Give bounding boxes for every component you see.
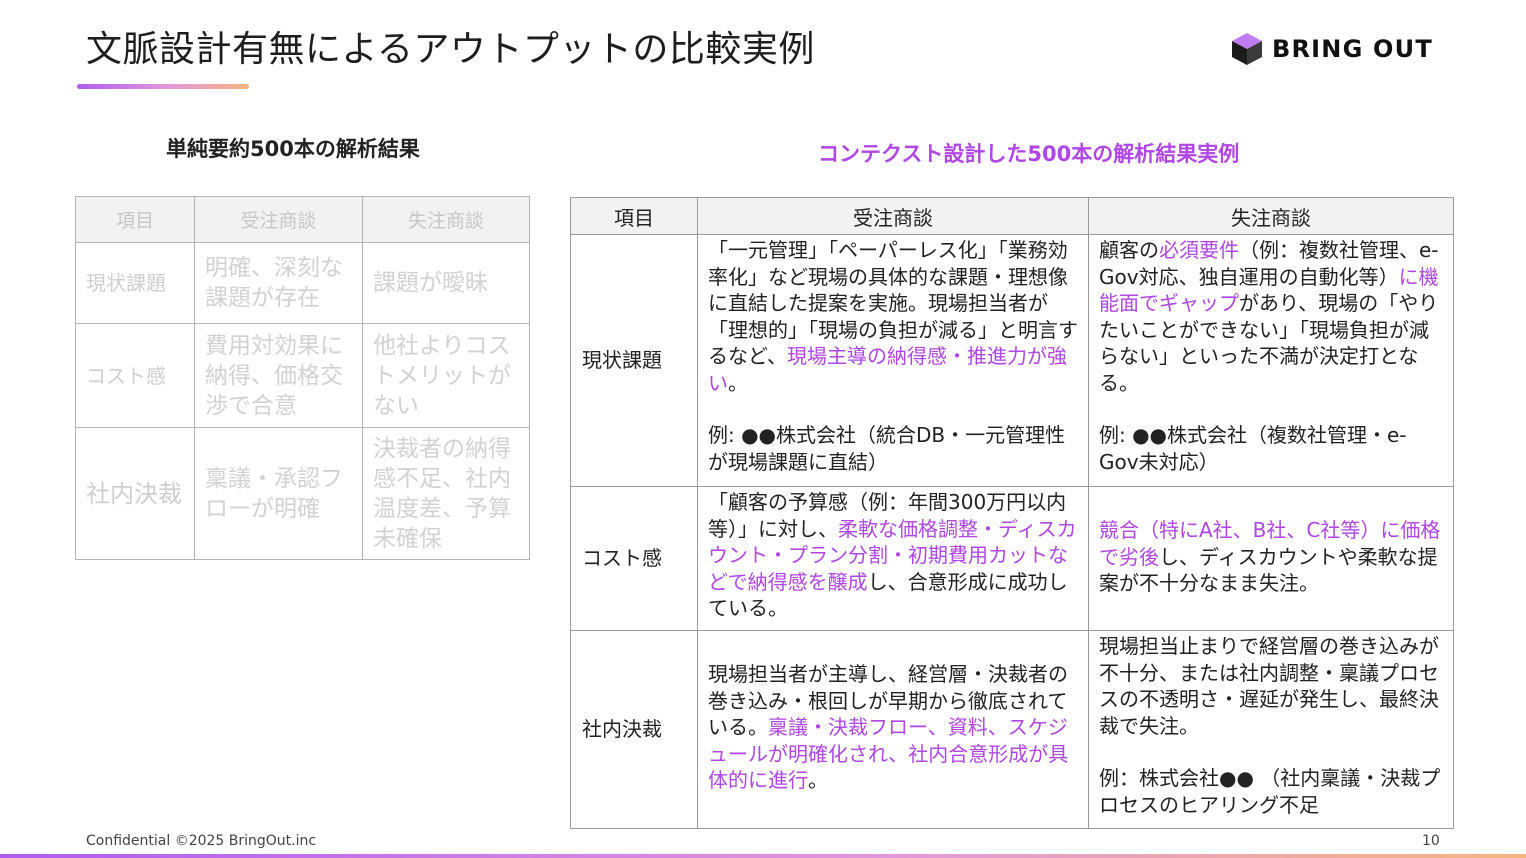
lost-highlight: 必須要件 [1159, 238, 1239, 262]
table-header-row: 項目 受注商談 失注商談 [570, 197, 1454, 235]
lost-cell: 顧客の必須要件（例：複数社管理、e-Gov対応、独自運用の自動化等）に機能面でギ… [1088, 234, 1454, 487]
brand-logo: BRING OUT [1230, 31, 1433, 67]
right-heading: コンテクスト設計した500本の解析結果実例 [818, 142, 1240, 166]
row-label: 社内決裁 [75, 427, 195, 560]
header-lost: 失注商談 [362, 196, 530, 243]
won-cell: 稟議・承認フローが明確 [194, 427, 363, 560]
cube-logo-icon [1232, 33, 1262, 65]
title-underline [77, 84, 249, 89]
table-row: 社内決裁 稟議・承認フローが明確 決裁者の納得感不足、社内温度差、予算未確保 [75, 427, 530, 560]
context-design-table: 項目 受注商談 失注商談 現状課題 「一元管理」「ペーパーレス化」「業務効率化」… [570, 197, 1454, 829]
simple-summary-table: 項目 受注商談 失注商談 現状課題 明確、深刻な課題が存在 課題が曖昧 コスト感… [75, 196, 530, 560]
header-item: 項目 [570, 197, 698, 235]
bottom-gradient-bar [0, 854, 1526, 858]
header-lost: 失注商談 [1088, 197, 1454, 235]
header-item: 項目 [75, 196, 195, 243]
won-text: 。 [728, 370, 748, 395]
table-row: コスト感 費用対効果に納得、価格交渉で合意 他社よりコストメリットがない [75, 323, 530, 428]
header-won: 受注商談 [697, 197, 1089, 235]
logo-text: BRING OUT [1272, 35, 1433, 63]
won-cell: 「一元管理」「ペーパーレス化」「業務効率化」など現場の具体的な課題・理想像に直結… [697, 234, 1089, 487]
row-label: 現状課題 [75, 242, 195, 324]
lost-cell: 現場担当止まりで経営層の巻き込みが不十分、または社内調整・稟議プロセスの不透明さ… [1088, 630, 1454, 829]
confidential-footer: Confidential ©2025 BringOut.inc [86, 833, 317, 849]
lost-text: 現場担当止まりで経営層の巻き込みが不十分、または社内調整・稟議プロセスの不透明さ… [1099, 634, 1439, 738]
won-cell: 明確、深刻な課題が存在 [194, 242, 363, 324]
lost-example: 例: ●●株式会社（複数社管理・e-Gov未対応） [1099, 423, 1407, 474]
lost-text: 顧客の [1099, 238, 1159, 262]
row-label: コスト感 [570, 486, 698, 631]
table-row: 現状課題 「一元管理」「ペーパーレス化」「業務効率化」など現場の具体的な課題・理… [570, 234, 1454, 487]
won-example: 例: ●●株式会社（統合DB・一元管理性が現場課題に直結） [708, 423, 1066, 474]
table-header-row: 項目 受注商談 失注商談 [75, 196, 530, 243]
won-cell: 現場担当者が主導し、経営層・決裁者の巻き込み・根回しが早期から徹底されている。稟… [697, 630, 1089, 829]
header-won: 受注商談 [194, 196, 363, 243]
table-row: 社内決裁 現場担当者が主導し、経営層・決裁者の巻き込み・根回しが早期から徹底され… [570, 630, 1454, 829]
page-number: 10 [1422, 833, 1440, 849]
slide-title: 文脈設計有無によるアウトプットの比較実例 [86, 29, 815, 70]
lost-cell: 課題が曖昧 [362, 242, 530, 324]
left-heading: 単純要約500本の解析結果 [166, 137, 420, 161]
lost-cell: 競合（特にA社、B社、C社等）に価格で劣後し、ディスカウントや柔軟な提案が不十分… [1088, 486, 1454, 631]
won-cell: 費用対効果に納得、価格交渉で合意 [194, 323, 363, 428]
won-text: 。 [808, 768, 828, 792]
lost-cell: 決裁者の納得感不足、社内温度差、予算未確保 [362, 427, 530, 560]
table-row: 現状課題 明確、深刻な課題が存在 課題が曖昧 [75, 242, 530, 324]
row-label: 社内決裁 [570, 630, 698, 829]
row-label: 現状課題 [570, 234, 698, 487]
lost-cell: 他社よりコストメリットがない [362, 323, 530, 428]
lost-example: 例：株式会社●● （社内稟議・決裁プロセスのヒアリング不足 [1099, 766, 1441, 817]
row-label: コスト感 [75, 323, 195, 428]
won-cell: 「顧客の予算感（例：年間300万円以内等）」に対し、柔軟な価格調整・ディスカウン… [697, 486, 1089, 631]
table-row: コスト感 「顧客の予算感（例：年間300万円以内等）」に対し、柔軟な価格調整・デ… [570, 486, 1454, 631]
